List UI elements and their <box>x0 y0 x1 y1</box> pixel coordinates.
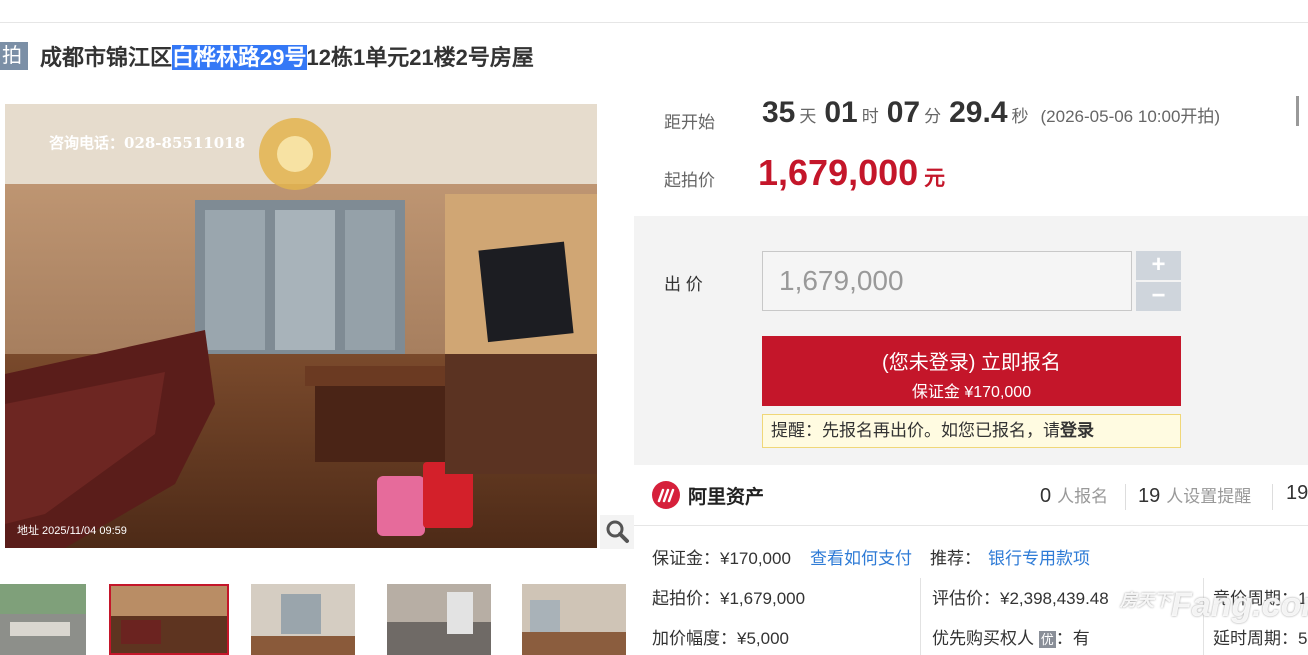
living-room-illustration <box>5 104 597 548</box>
page-title-row: 拍 成都市锦江区白桦林路29号12栋1单元21楼2号房屋 <box>0 38 534 74</box>
login-link[interactable]: 登录 <box>1060 421 1094 440</box>
signup-deposit-label: 保证金 ¥170,000 <box>911 384 1032 401</box>
page-title: 成都市锦江区白桦林路29号12栋1单元21楼2号房屋 <box>40 40 534 72</box>
panel-edge-mark <box>1296 96 1299 126</box>
magnifier-icon <box>606 520 629 543</box>
zoom-button[interactable] <box>600 515 634 549</box>
thumbnail-image <box>251 584 355 655</box>
title-prefix: 成都市锦江区 <box>40 45 173 70</box>
thumbnail-1[interactable] <box>0 584 86 655</box>
thumbnail-4[interactable] <box>387 584 491 655</box>
thumbnail-2-selected[interactable] <box>109 584 229 655</box>
signups-label: 人报名 <box>1057 487 1109 506</box>
thumbnail-image <box>522 584 626 655</box>
ali-assets-logo-icon <box>652 481 680 509</box>
views-count: 19 <box>1286 482 1308 504</box>
seconds-unit: 秒 <box>1011 107 1029 126</box>
start-time-note: (2026-05-06 10:00开拍) <box>1040 107 1221 126</box>
signup-button-label: (您未登录) 立即报名 <box>882 352 1061 374</box>
watermark-text: Fang.com <box>1171 586 1308 624</box>
countdown-label: 距开始 <box>664 113 715 132</box>
days-unit: 天 <box>799 107 817 126</box>
logo-mark <box>657 488 675 503</box>
countdown-seconds: 29.4 <box>949 96 1008 129</box>
reminders-count: 19 <box>1138 485 1161 507</box>
deposit-info: 保证金：¥170,000 <box>652 549 791 568</box>
start-price-unit: 元 <box>924 167 946 190</box>
watermark-cn: 房天下 <box>1120 591 1171 610</box>
countdown-minutes: 07 <box>886 96 921 129</box>
top-divider <box>0 22 1308 23</box>
start-price-value: 1,679,000 <box>758 152 919 193</box>
delay-cycle: 延时周期：5 <box>1213 629 1308 648</box>
stat-divider <box>1272 484 1273 510</box>
countdown: 35 天 01 时 07 分 29.4 秒 (2026-05-06 10:00开拍) <box>762 96 1220 130</box>
priority-badge: 优 <box>1038 631 1056 648</box>
thumbnail-image <box>387 584 491 655</box>
column-divider <box>920 578 921 655</box>
recommend-label: 推荐： <box>930 549 981 568</box>
signups-count: 0 <box>1040 485 1052 507</box>
reminder-text: 提醒：先报名再出价。如您已报名，请 <box>771 421 1060 440</box>
signups-stat: 0 人报名 <box>1040 482 1108 508</box>
thumbnail-5[interactable] <box>522 584 626 655</box>
main-photo[interactable]: 咨询电话：028-85511018 地址 2025/11/04 09:59 <box>5 104 597 548</box>
appraisal-price: 评估价：¥2,398,439.48 <box>932 589 1109 608</box>
auction-tag: 拍 <box>0 42 28 70</box>
bid-amount-input[interactable]: 1,679,000 <box>762 251 1132 311</box>
countdown-days: 35 <box>762 96 796 129</box>
start-price: 1,679,000 元 <box>758 152 945 194</box>
stat-divider <box>1125 484 1126 510</box>
photo-contact-overlay: 咨询电话：028-85511018 <box>49 134 246 152</box>
site-watermark: 房天下Fang.com <box>1120 586 1308 625</box>
minutes-unit: 分 <box>924 107 942 126</box>
priority-value: ：有 <box>1055 629 1090 648</box>
bid-increment: 加价幅度：¥5,000 <box>652 629 789 648</box>
hours-unit: 时 <box>861 107 879 126</box>
how-to-pay-link[interactable]: 查看如何支付 <box>810 544 912 569</box>
bank-account-link[interactable]: 银行专用款项 <box>988 544 1090 569</box>
photo-timestamp-overlay: 地址 2025/11/04 09:59 <box>17 525 127 537</box>
reminders-label: 人设置提醒 <box>1166 487 1252 506</box>
title-suffix: 12栋1单元21楼2号房屋 <box>306 45 534 70</box>
countdown-hours: 01 <box>824 96 858 129</box>
platform-name: 阿里资产 <box>688 487 765 508</box>
reminders-stat: 19 人设置提醒 <box>1138 482 1251 508</box>
thumbnail-image <box>0 584 86 655</box>
signup-button[interactable]: (您未登录) 立即报名 保证金 ¥170,000 <box>762 336 1181 406</box>
decrease-bid-button[interactable]: − <box>1136 282 1181 311</box>
start-price-detail: 起拍价：¥1,679,000 <box>652 589 806 608</box>
thumbnail-image <box>111 586 227 653</box>
login-reminder: 提醒：先报名再出价。如您已报名，请登录 <box>762 414 1181 448</box>
increase-bid-button[interactable]: + <box>1136 251 1181 280</box>
priority-buyer: 优先购买权人 优：有 <box>932 624 1090 649</box>
thumbnail-3[interactable] <box>251 584 355 655</box>
priority-label: 优先购买权人 <box>932 629 1034 648</box>
bid-label: 出 价 <box>664 275 703 294</box>
start-price-label: 起拍价 <box>664 171 715 190</box>
title-highlight: 白桦林路29号 <box>172 45 307 70</box>
